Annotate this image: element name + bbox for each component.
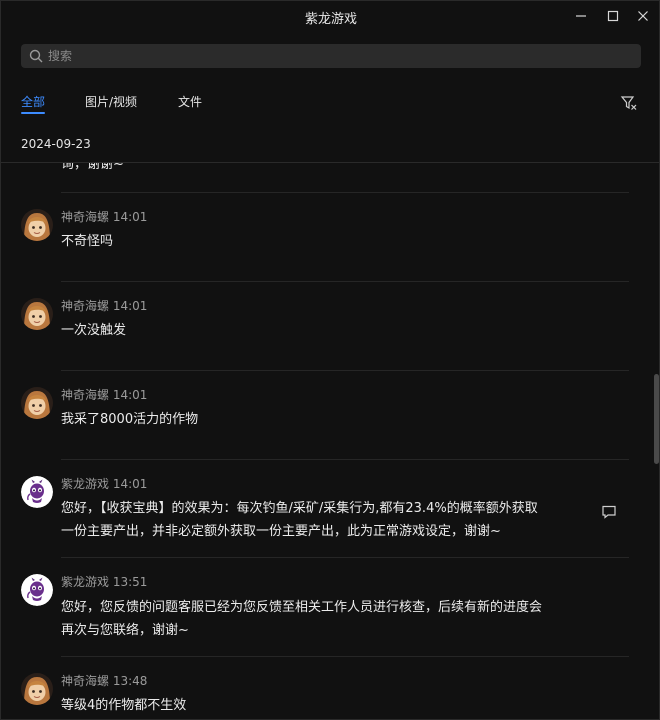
sender-name: 紫龙游戏	[61, 477, 110, 491]
chat-window: 紫龙游戏 全部 图片/视频 文件 2024-09-23 询，谢谢~	[0, 0, 660, 720]
scrollbar-thumb[interactable]	[654, 374, 659, 464]
message-separator	[61, 370, 629, 371]
date-header: 2024-09-23	[21, 137, 91, 151]
message-text-partial: 询，谢谢~	[61, 163, 124, 172]
user-avatar[interactable]	[21, 298, 53, 330]
sender-name: 神奇海螺	[61, 674, 110, 688]
message-separator	[61, 192, 629, 193]
message-text: 一份主要产出，并非必定额外获取一份主要产出，此为正常游戏设定，谢谢~	[61, 524, 501, 539]
close-icon	[638, 11, 648, 21]
dragon-avatar[interactable]	[21, 476, 53, 508]
message-list[interactable]: 询，谢谢~ 神奇海螺 14:01 不奇怪吗 神奇海螺 14:01 一次没触发 神…	[1, 163, 651, 720]
sender-name: 神奇海螺	[61, 388, 110, 402]
filter-button[interactable]	[620, 94, 638, 112]
message-meta: 神奇海螺 13:48	[61, 672, 147, 689]
message-meta: 神奇海螺 14:01	[61, 208, 147, 225]
user-avatar[interactable]	[21, 673, 53, 705]
message-text: 您好，【收获宝典】的效果为：每次钓鱼/采矿/采集行为,都有23.4%的概率额外获…	[61, 501, 538, 516]
tab-files[interactable]: 文件	[178, 93, 202, 110]
minimize-icon	[576, 15, 586, 17]
message-meta: 神奇海螺 14:01	[61, 386, 147, 403]
close-button[interactable]	[629, 5, 657, 27]
message-text: 不奇怪吗	[61, 234, 114, 249]
message-meta: 神奇海螺 14:01	[61, 297, 147, 314]
sender-name: 神奇海螺	[61, 210, 110, 224]
message-text: 等级4的作物都不生效	[61, 698, 187, 713]
sender-name: 神奇海螺	[61, 299, 110, 313]
message-separator	[61, 281, 629, 282]
message-time: 13:51	[112, 575, 148, 589]
message-text: 再次与您联络，谢谢~	[61, 623, 189, 638]
tab-media[interactable]: 图片/视频	[85, 93, 137, 110]
title-bar: 紫龙游戏	[1, 1, 660, 33]
user-avatar[interactable]	[21, 387, 53, 419]
message-text: 一次没触发	[61, 323, 127, 338]
filter-icon	[620, 96, 637, 110]
message-separator	[61, 459, 629, 460]
message-time: 14:01	[112, 210, 148, 224]
search-icon	[29, 49, 43, 63]
message-separator	[61, 656, 629, 657]
search-input[interactable]	[48, 49, 608, 63]
minimize-button[interactable]	[567, 5, 595, 27]
window-title: 紫龙游戏	[304, 12, 357, 27]
sender-name: 紫龙游戏	[61, 575, 110, 589]
message-text: 您好，您反馈的问题客服已经为您反馈至相关工作人员进行核查，后续有新的进度会	[61, 600, 543, 615]
maximize-icon	[607, 10, 619, 22]
message-separator	[61, 557, 629, 558]
user-avatar[interactable]	[21, 209, 53, 241]
maximize-button[interactable]	[599, 5, 627, 27]
tab-all[interactable]: 全部	[21, 93, 46, 114]
search-bar[interactable]	[21, 44, 641, 68]
message-time: 14:01	[112, 299, 148, 313]
dragon-avatar[interactable]	[21, 574, 53, 606]
message-meta: 紫龙游戏 13:51	[61, 573, 147, 590]
message-meta: 紫龙游戏 14:01	[61, 475, 147, 492]
message-time: 14:01	[112, 388, 148, 402]
reply-button[interactable]	[601, 504, 617, 520]
message-text: 我采了8000活力的作物	[61, 412, 199, 427]
reply-icon	[602, 505, 616, 519]
message-time: 14:01	[112, 477, 148, 491]
message-time: 13:48	[112, 674, 148, 688]
scrollbar[interactable]	[651, 163, 660, 720]
